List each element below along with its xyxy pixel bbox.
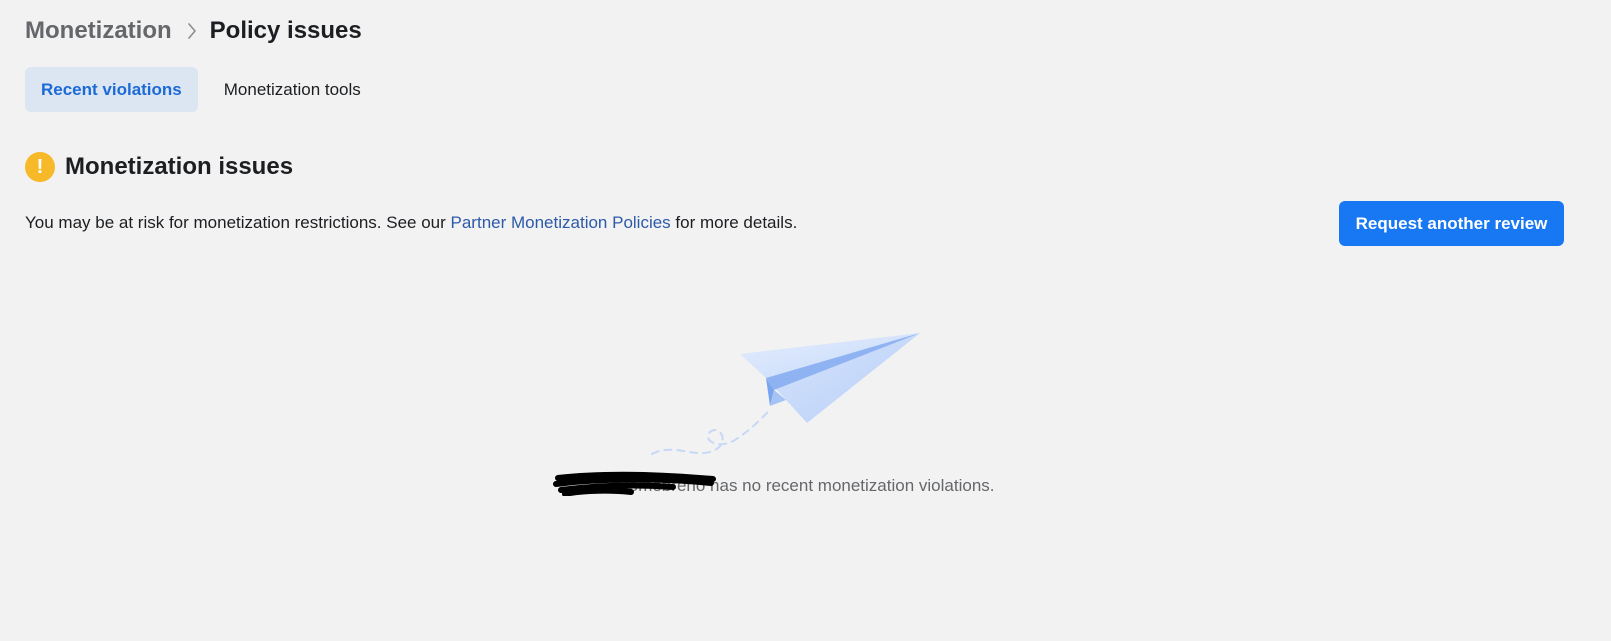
description-prefix: You may be at risk for monetization rest… <box>25 213 451 232</box>
description-suffix: for more details. <box>670 213 798 232</box>
risk-description: You may be at risk for monetization rest… <box>25 213 797 233</box>
tab-monetization-tools[interactable]: Monetization tools <box>208 67 377 112</box>
page-title: Policy issues <box>209 17 362 44</box>
chevron-right-icon <box>187 23 197 39</box>
empty-state-message: Homebreno has no recent monetization vio… <box>616 476 995 495</box>
section-header: ! Monetization issues <box>25 152 293 182</box>
paper-plane-icon <box>651 333 920 455</box>
tab-recent-violations[interactable]: Recent violations <box>25 67 198 112</box>
section-title: Monetization issues <box>65 153 294 180</box>
breadcrumb: Monetization Policy issues <box>25 14 362 48</box>
policy-issues-page: Monetization Policy issues Recent violat… <box>0 0 1611 641</box>
redaction-scribble <box>553 471 716 496</box>
tab-bar: Recent violations Monetization tools <box>25 67 377 112</box>
warning-icon: ! <box>25 152 55 182</box>
partner-monetization-policies-link[interactable]: Partner Monetization Policies <box>451 213 671 232</box>
request-review-button[interactable]: Request another review <box>1339 201 1564 246</box>
breadcrumb-monetization-link[interactable]: Monetization <box>25 17 172 45</box>
